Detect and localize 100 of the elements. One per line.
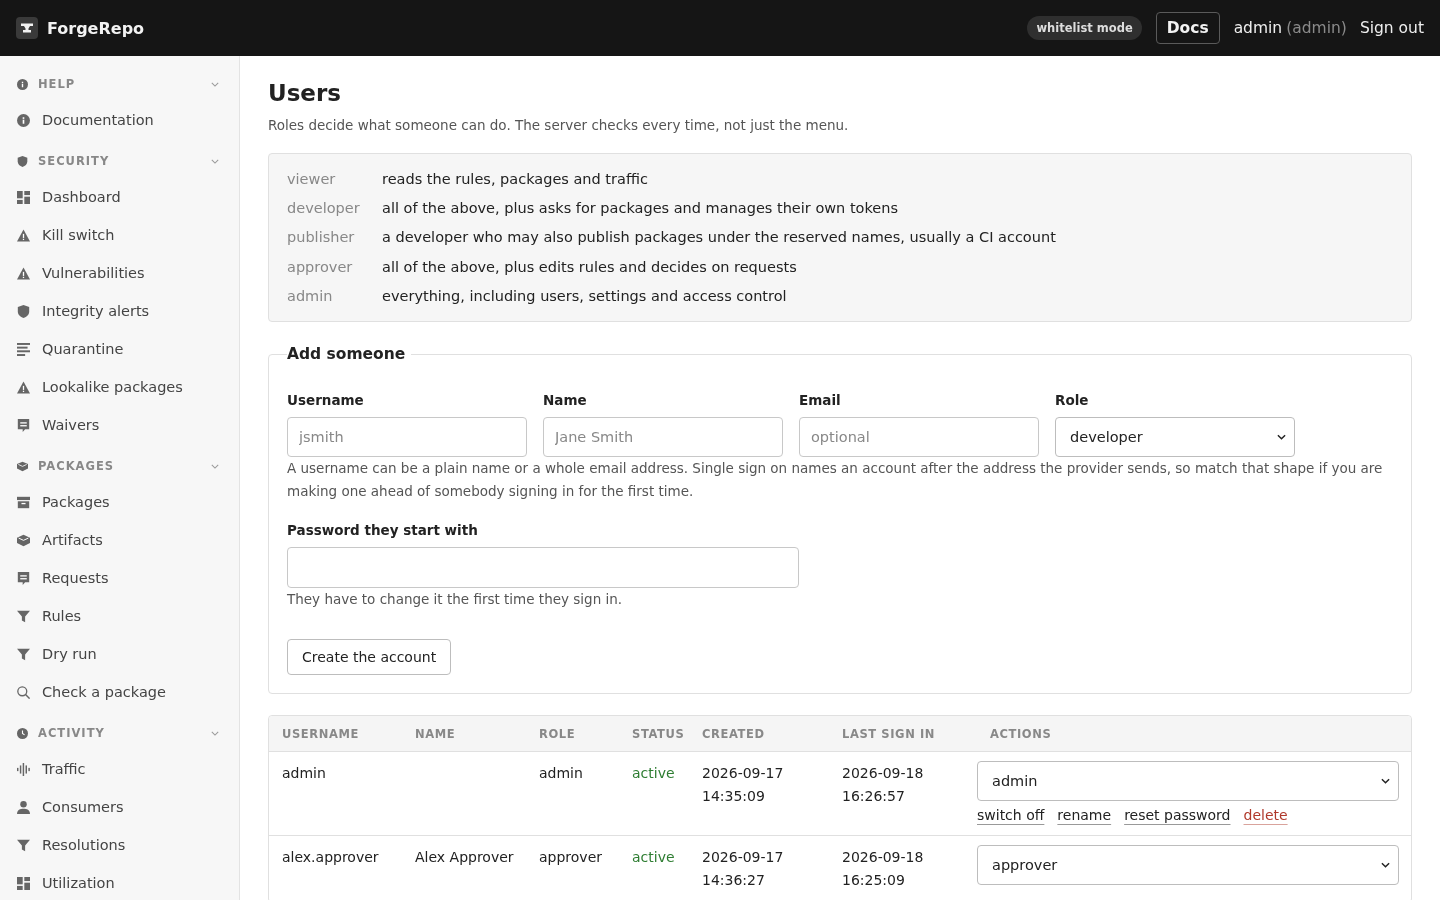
status-text: active: [632, 848, 675, 868]
role-description: all of the above, plus edits rules and decides on requests: [382, 258, 798, 275]
sidebar-item[interactable]: Requests: [0, 559, 239, 597]
action-link[interactable]: switch off: [977, 805, 1045, 826]
input-field[interactable]: Jane Smith: [543, 417, 783, 458]
role-term: publisher: [287, 229, 356, 246]
column-header: LAST SIGN IN: [841, 727, 937, 741]
sidebar-item[interactable]: Dry run: [0, 635, 239, 673]
field-label: Username: [287, 391, 365, 411]
sidebar-item[interactable]: Documentation: [0, 101, 239, 139]
user-icon: [17, 800, 30, 814]
sidebar-item[interactable]: Utilization: [0, 864, 239, 900]
chevron-icon: [1277, 434, 1286, 441]
role-select[interactable]: developer: [1055, 417, 1295, 458]
sidebar-item[interactable]: Vulnerabilities: [0, 254, 239, 292]
user-name: admin: [1233, 19, 1283, 37]
input-field[interactable]: optional: [799, 417, 1039, 458]
table-cell-text: 2026-09-17 14:35:09: [702, 764, 785, 807]
column-header: STATUS: [631, 727, 686, 741]
docs-button[interactable]: Docs: [1155, 12, 1220, 44]
field-hint: They have to change it the first time they sign in.: [287, 590, 624, 610]
sidebar-item[interactable]: Quarantine: [0, 330, 239, 368]
comment-icon: [17, 418, 30, 432]
warning-icon: [17, 228, 30, 242]
sidebar-item[interactable]: Rules: [0, 597, 239, 635]
page-subtitle: Roles decide what someone can do. The server checks every time, not just the menu.: [268, 116, 850, 135]
role-select[interactable]: approver: [977, 845, 1399, 886]
delete-link[interactable]: delete: [1243, 805, 1288, 826]
field-label: Password they start with: [287, 521, 479, 541]
create-account-button[interactable]: Create the account: [287, 639, 452, 676]
role-description: all of the above, plus asks for packages and manages their own tokens: [382, 199, 900, 216]
field-hint: A username can be a plain name or a whole email address. Single sign on names an account after the address the provider sends, so match that shape if you are making one ahead of somebody signing in for the first time.: [287, 459, 1384, 502]
status-text: active: [632, 764, 675, 784]
warning-icon: [17, 380, 30, 394]
table-cell-text: alex.approver: [282, 848, 379, 868]
table-cell-text: Alex Approver: [415, 848, 514, 868]
column-header: CREATED: [701, 727, 766, 741]
cube-icon: [17, 533, 30, 547]
sidebar-item[interactable]: Check a package: [0, 673, 239, 711]
table-cell-text: admin: [539, 764, 583, 784]
shield-icon: [17, 155, 28, 167]
column-header: NAME: [414, 727, 457, 741]
mode-badge: whitelist mode: [1027, 16, 1142, 40]
role-description: a developer who may also publish packages under the reserved names, usually a CI account: [382, 229, 1057, 246]
sidebar-item[interactable]: Dashboard: [0, 178, 239, 216]
sidebar-item[interactable]: Integrity alerts: [0, 292, 239, 330]
field-label: Email: [799, 391, 842, 411]
user-role: (admin): [1286, 19, 1347, 37]
sidebar-item[interactable]: Packages: [0, 483, 239, 521]
sidebar-item[interactable]: Kill switch: [0, 216, 239, 254]
lines-icon: [17, 342, 30, 356]
shield-icon: [17, 304, 30, 318]
info-icon: [17, 78, 28, 90]
action-link[interactable]: rename: [1057, 805, 1112, 826]
sidebar-item[interactable]: Traffic: [0, 750, 239, 788]
sidebar-item[interactable]: Waivers: [0, 406, 239, 444]
grid-icon: [17, 876, 30, 890]
role-description: everything, including users, settings and access control: [382, 287, 788, 304]
filter-icon: [17, 838, 30, 852]
filter-icon: [17, 647, 30, 661]
column-header: USERNAME: [281, 727, 360, 741]
anvil-logo-icon: [16, 17, 38, 39]
role-term: approver: [287, 258, 354, 275]
table-cell-text: 2026-09-18 16:25:09: [842, 848, 925, 891]
sidebar-item[interactable]: Consumers: [0, 788, 239, 826]
sidebar-item[interactable]: Artifacts: [0, 521, 239, 559]
form-legend: Add someone: [287, 344, 412, 365]
chevron-icon: [1381, 778, 1390, 785]
role-description: reads the rules, packages and traffic: [382, 170, 649, 187]
brand-name[interactable]: ForgeRepo: [47, 18, 145, 38]
grid-icon: [17, 190, 30, 204]
sidebar-item[interactable]: Lookalike packages: [0, 368, 239, 406]
table-cell-text: 2026-09-18 16:26:57: [842, 764, 925, 807]
filter-icon: [17, 609, 30, 623]
table-cell-text: 2026-09-17 14:36:27: [702, 848, 785, 891]
action-link[interactable]: reset password: [1124, 805, 1231, 826]
role-term: developer: [287, 199, 361, 216]
role-term: admin: [287, 287, 334, 304]
role-select[interactable]: admin: [977, 761, 1399, 802]
clock-icon: [17, 727, 28, 739]
sidebar-item[interactable]: Resolutions: [0, 826, 239, 864]
search-icon: [17, 685, 30, 699]
column-header: ACTIONS: [989, 727, 1053, 741]
role-term: viewer: [287, 170, 337, 187]
comment-icon: [17, 571, 30, 585]
page-title: Users: [268, 79, 342, 108]
sign-out-link[interactable]: Sign out: [1359, 19, 1424, 37]
info-icon: [17, 113, 30, 127]
column-header: ROLE: [538, 727, 577, 741]
table-cell-text: admin: [282, 764, 326, 784]
warning-icon: [17, 266, 30, 280]
cube-icon: [17, 460, 28, 472]
archive-icon: [17, 495, 30, 509]
field-label: Role: [1055, 391, 1090, 411]
chevron-icon: [1381, 862, 1390, 869]
bars-icon: [17, 762, 30, 776]
input-field[interactable]: jsmith: [287, 417, 527, 458]
field-label: Name: [543, 391, 588, 411]
table-cell-text: approver: [539, 848, 603, 868]
password-field[interactable]: [287, 547, 799, 589]
